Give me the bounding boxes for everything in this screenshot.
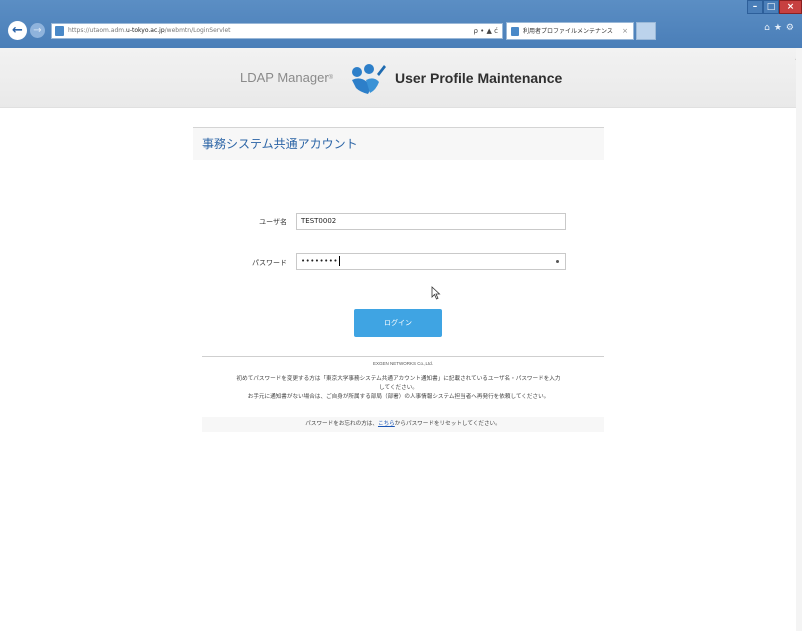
back-arrow-icon[interactable]: ← [8,21,27,40]
reset-prefix: パスワードをお忘れの方は、 [305,421,378,427]
username-label: ユーザ名 [259,218,287,226]
browser-tab[interactable]: 利用者プロファイルメンテナンス × [506,22,634,40]
toolbar-icons[interactable]: ⌂★⚙ [764,23,798,33]
password-label: パスワード [252,259,287,267]
address-tools-icon[interactable]: ρ • ▲ ć [474,25,498,37]
password-reset-notice: パスワードをお忘れの方は、こちらからパスワードをリセットしてください。 [202,417,604,432]
address-url[interactable]: https://utaom.adm.u-tokyo.ac.jp/webmtn/L… [68,25,231,37]
section-title: 事務システム共通アカウント [202,137,358,151]
notice-text: 初めてパスワードを変更する方は「東京大学事務システム共通アカウント通知書」に記載… [193,375,604,402]
section-header: 事務システム共通アカウント [193,127,604,160]
maximize-icon[interactable]: □ [763,0,779,14]
password-field[interactable]: •••••••• [296,253,566,270]
password-reveal-icon[interactable] [556,260,559,263]
notice-line: してください。 [379,385,418,391]
tab-title: 利用者プロファイルメンテナンス [523,28,613,35]
ldap-manager-logo-text: LDAP Manager® [240,70,334,85]
close-window-icon[interactable]: × [779,0,802,14]
site-icon [55,26,64,36]
notice-line: 初めてパスワードを変更する方は「東京大学事務システム共通アカウント通知書」に記載… [236,376,561,382]
address-bar[interactable]: https://utaom.adm.u-tokyo.ac.jp/webmtn/L… [51,23,503,39]
username-field[interactable]: TEST0002 [296,213,566,230]
minimize-icon[interactable]: – [747,0,763,14]
page: LDAP Manager® User Profile Maintenance ▲… [0,48,802,631]
reset-link[interactable]: こちら [378,421,395,427]
forward-arrow-icon[interactable]: → [30,23,45,38]
footer-divider [202,356,604,357]
notice-line: お手元に通知書がない場合は、ご自身が所属する部局（部署）の人事情報システム担当者… [247,394,550,400]
browser-chrome: ← → https://utaom.adm.u-tokyo.ac.jp/webm… [0,0,802,48]
tab-close-icon[interactable]: × [622,26,628,37]
password-value: •••••••• [301,257,339,265]
logo-icon [352,64,386,94]
reset-suffix: からパスワードをリセットしてください。 [394,421,501,427]
new-tab-button[interactable] [636,22,656,40]
page-header: LDAP Manager® User Profile Maintenance ▲ [0,48,802,108]
mouse-cursor-icon [431,286,441,300]
text-caret [339,256,341,266]
company-name: EXGEN NETWORKS Co.,Ltd. [372,361,433,366]
product-title: User Profile Maintenance [395,70,563,86]
login-button[interactable]: ログイン [354,309,442,337]
scrollbar[interactable] [796,48,802,631]
username-value: TEST0002 [301,217,337,225]
tab-site-icon [511,27,519,36]
